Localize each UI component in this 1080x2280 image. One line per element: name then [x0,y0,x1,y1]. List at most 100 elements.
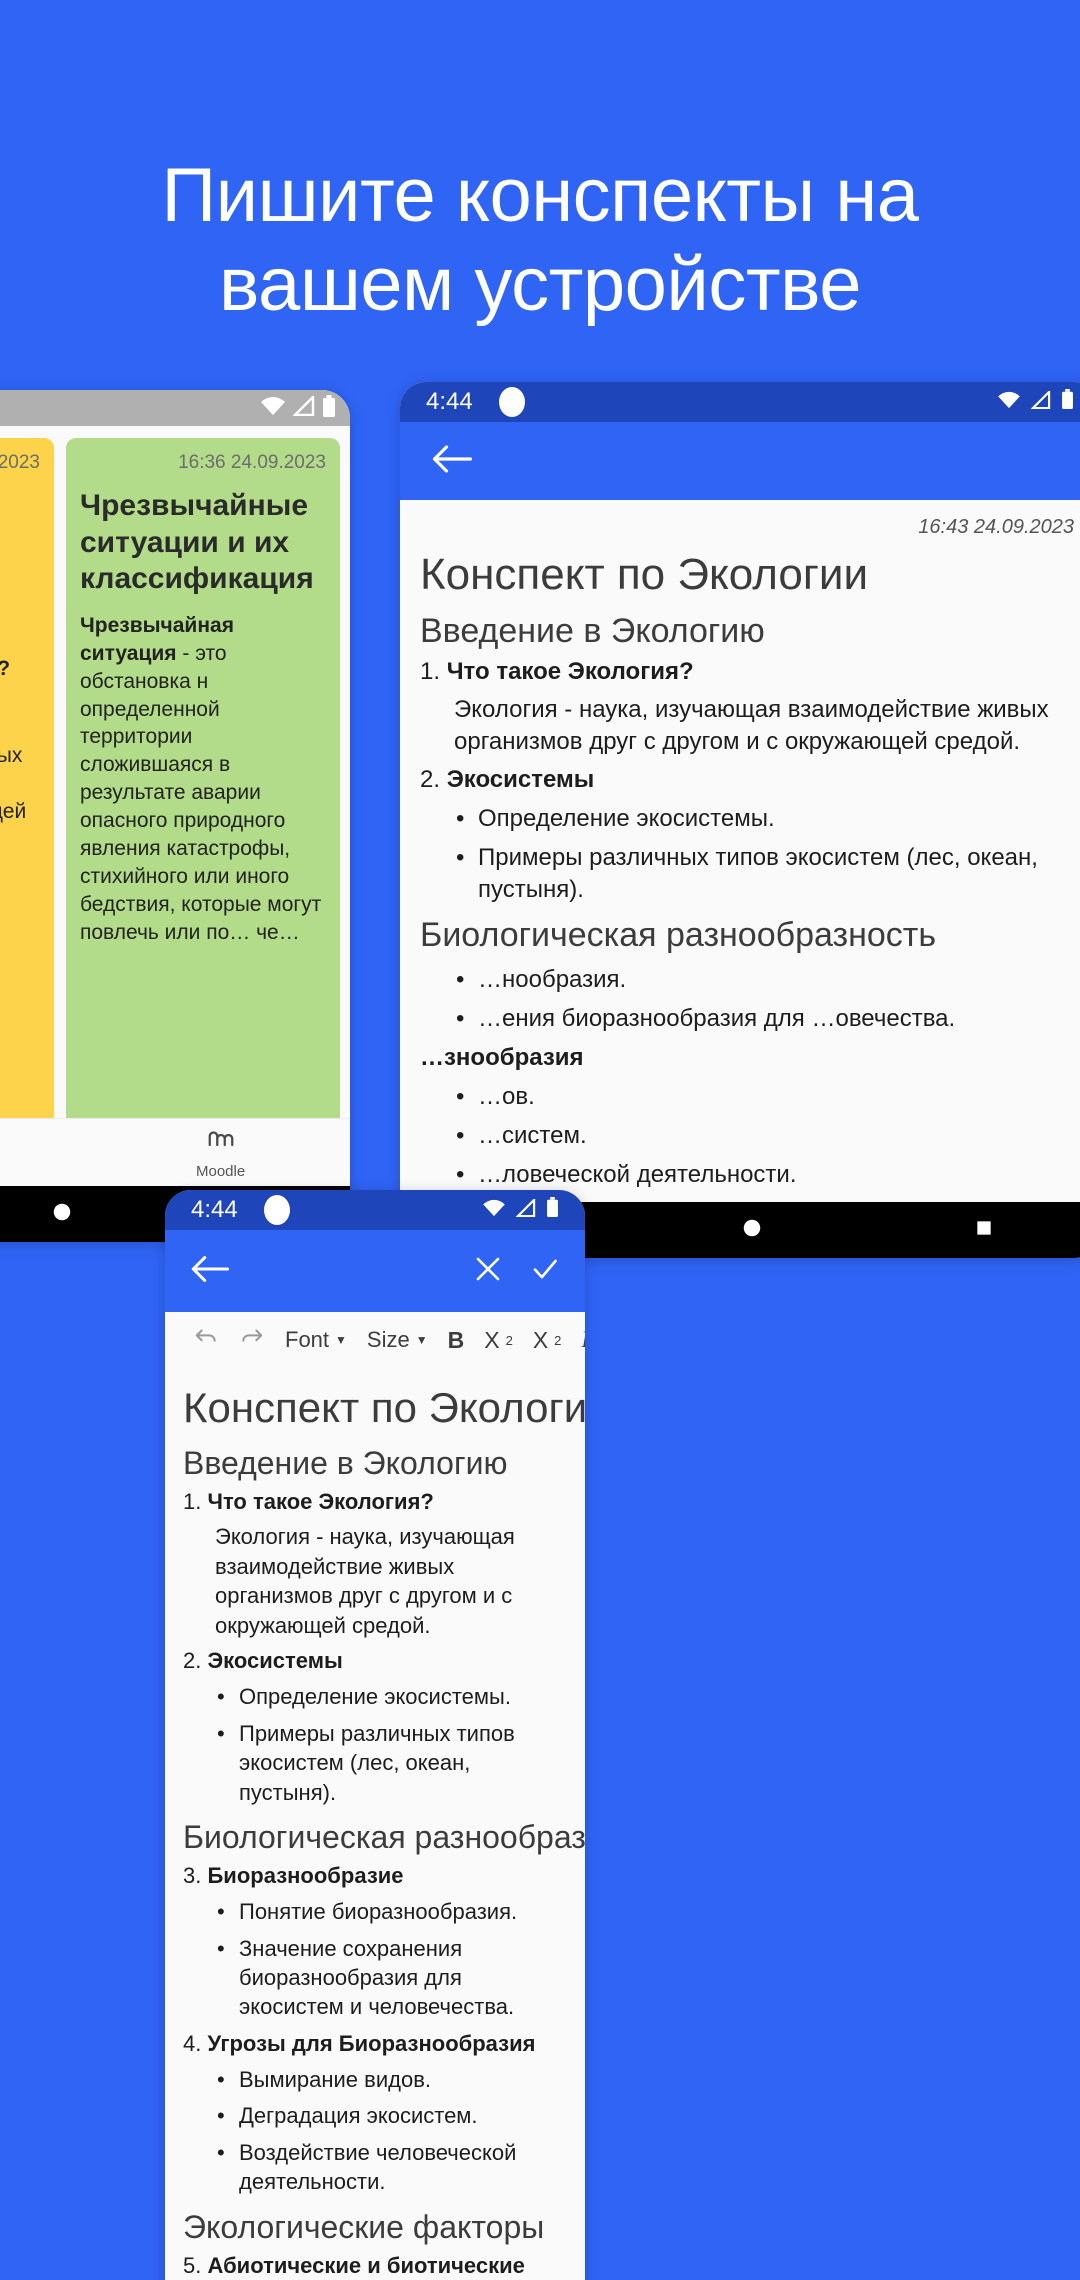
editor-content: Font ▼ Size ▼ B X2 X2 I ▶ Конспект по Эк… [165,1312,585,2280]
undo-icon [193,1326,219,1354]
list-item: Определение экосистемы. [215,1682,567,1712]
nav-label-moodle: Moodle [196,1163,246,1180]
list-item: 1. Что такое Экология? [420,656,1080,688]
document-heading: Биологическая разнообразность [183,1819,585,1856]
reader-app-bar [400,422,1080,500]
signal-icon [292,393,315,421]
document-heading: Введение в Экологию [420,611,765,650]
font-dropdown[interactable]: Font ▼ [275,1323,357,1357]
list-number: 1. [420,658,441,686]
list-item-label: Экосистемы [207,1648,343,1674]
list-number: 5. [183,2252,202,2278]
list-item-label: Что такое Экология? [207,1489,434,1515]
document-heading: Биологическая разнообразность [420,916,937,955]
list-item: Определение экосистемы. [454,803,1080,835]
battery-icon [1061,388,1074,416]
size-label: Size [366,1327,410,1352]
note-body: Чрезвычайная ситуация - это обстановка н… [80,612,326,947]
subscript-button[interactable]: X2 [474,1323,523,1358]
undo-button[interactable] [183,1322,229,1358]
document-ordered-list: …знообразия [420,1042,1080,1074]
wifi-icon [260,396,286,421]
list-item-label: Что такое Экология? [446,658,694,686]
bottom-navigation: Расписание пар Moodle [0,1118,350,1186]
note-list-item: Что такое Экология? [0,655,40,683]
redo-icon [239,1326,265,1354]
note-card[interactable]: 16:36 24.09.2023 Чрезвычайные ситуации и… [66,438,340,1154]
note-body-rest: - это обстановка н определенной территор… [80,641,322,944]
document-title: Конспект по Экологии [420,550,869,599]
list-item: Вымирание видов. [215,2065,567,2095]
list-item-label: Биоразнообразие [207,1863,404,1889]
list-item: 1. Что такое Экология? [183,1487,567,1516]
list-number: 3. [183,1863,202,1889]
formatting-toolbar: Font ▼ Size ▼ B X2 X2 I ▶ [183,1318,585,1366]
italic-button[interactable]: I [571,1323,585,1357]
size-dropdown[interactable]: Size ▼ [357,1323,438,1357]
chevron-down-icon: ▼ [415,1333,428,1347]
redo-button[interactable] [229,1322,275,1358]
battery-icon [546,1196,559,1224]
superscript-index: 2 [554,1332,562,1348]
note-card[interactable]: 16:43 24.09.2023 Конспект по Экологии Вв… [0,438,54,1154]
back-arrow-icon[interactable] [430,443,473,480]
chevron-down-icon: ▼ [335,1333,347,1347]
list-number: 1. [183,1489,202,1515]
status-time-reader: 4:44 [426,388,473,415]
battery-icon [322,394,336,422]
status-bar-notes [0,390,350,426]
list-number: 4. [183,2030,202,2056]
list-item: Понятие биоразнообразия. [215,1897,567,1927]
system-recents-icon[interactable] [974,1218,994,1243]
signal-icon [1030,388,1051,416]
document-ordered-list: 5. Абиотические и биотические факторы [183,2251,567,2280]
document-heading: Введение в Экологию [183,1445,508,1482]
list-item: 5. Абиотические и биотические факторы [183,2251,567,2280]
note-paragraph: Экология - наука, изучающая взаимодейств… [0,744,27,824]
list-item-label: …знообразия [420,1044,584,1072]
wifi-icon [997,388,1021,416]
editor-title-field[interactable]: Конспект по Экологии [183,1382,585,1433]
system-home-icon[interactable] [741,1217,763,1244]
note-list-item: Экосистемы [0,858,40,886]
list-item-label: Экосистемы [446,766,595,794]
moodle-icon [206,1125,236,1160]
document-ordered-list: 2. Экосистемы [183,1646,567,1675]
check-icon[interactable] [529,1254,561,1289]
list-item: …систем. [454,1120,1080,1152]
list-item: Значение сохранения биоразнообразия для … [215,1934,567,2022]
bold-button[interactable]: B [438,1323,475,1358]
list-item: Деградация экосистем. [215,2101,567,2131]
note-section-heading: Введение в Экологию [0,581,40,649]
list-item: …ения биоразнообразия для …овечества. [454,1003,1080,1035]
notes-grid: 16:43 24.09.2023 Конспект по Экологии Вв… [0,426,350,1154]
document-bullet-list: Понятие биоразнообразия. Значение сохран… [215,1897,567,2022]
list-item: …знообразия [420,1042,1080,1074]
document-ordered-list: 3. Биоразнообразие [183,1861,567,1890]
list-item: 4. Угрозы для Биоразнообразия [183,2029,567,2058]
phone-note-reader: 4:44 16:43 24.09.2023 Конспект по Эколог… [400,382,1080,1258]
note-timestamp: 16:43 24.09.2023 [918,516,1074,538]
back-arrow-icon[interactable] [189,1254,230,1289]
editor-app-bar [165,1230,585,1312]
phone-note-editor: 4:44 Font ▼ Size ▼ B X 2 X 2 Конспект по… [165,1190,585,2280]
list-item: 3. Биоразнообразие [183,1861,567,1890]
wifi-icon [482,1196,506,1224]
system-home-icon[interactable] [51,1201,73,1228]
list-item: …ловеческой деятельности. [454,1159,1080,1191]
list-item: Примеры различных типов экосистем (лес, … [454,842,1080,906]
nav-item-moodle[interactable]: Moodle [196,1125,245,1180]
note-subtitle: по Экологии [0,531,40,568]
document-bullet-list: …ов. …систем. …ловеческой деятельности. [454,1081,1080,1192]
document-ordered-list: 2. Экосистемы [420,764,1080,796]
superscript-button[interactable]: X2 [523,1323,572,1358]
list-number: 2. [183,1648,202,1674]
note-bullet-item: Определение [0,890,40,918]
note-timestamp: 16:36 24.09.2023 [178,452,326,473]
status-bar-reader: 4:44 [400,382,1080,422]
font-label: Font [285,1327,330,1352]
editor-title-text: Конспект по Экологии [183,1384,585,1431]
list-item: …ов. [454,1081,1080,1113]
status-time-editor: 4:44 [191,1196,238,1223]
close-icon[interactable] [473,1254,503,1289]
